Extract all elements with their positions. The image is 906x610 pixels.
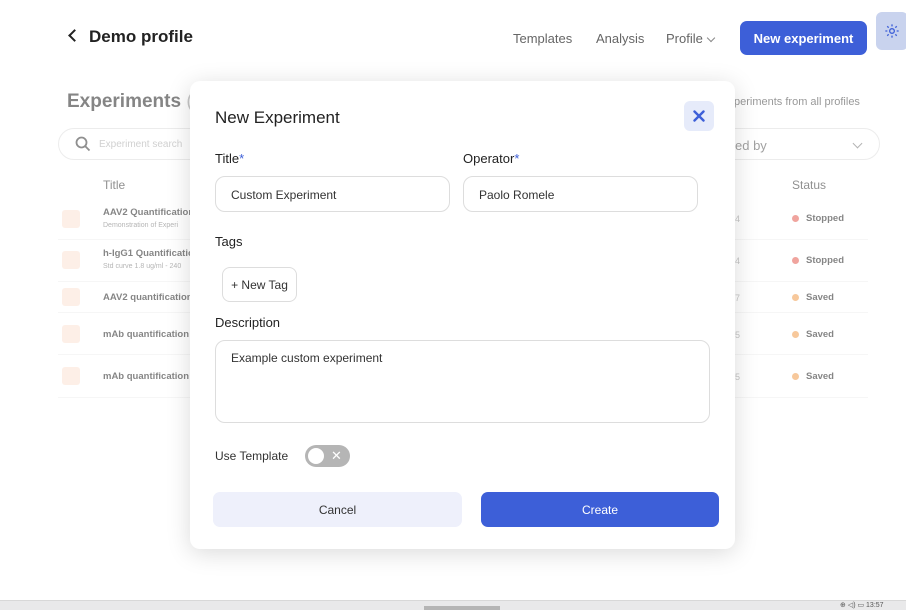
new-tag-button[interactable]: + New Tag bbox=[222, 267, 297, 302]
operator-label: Operator* bbox=[463, 151, 519, 166]
settings-button[interactable] bbox=[876, 12, 906, 50]
title-label: Title* bbox=[215, 151, 244, 166]
tags-label: Tags bbox=[215, 234, 243, 249]
close-icon bbox=[693, 110, 705, 122]
close-button[interactable] bbox=[684, 101, 714, 131]
use-template-label: Use Template bbox=[215, 449, 289, 463]
nav-analysis[interactable]: Analysis bbox=[596, 31, 644, 46]
nav-profile-label: Profile bbox=[666, 31, 703, 46]
dialog-title: New Experiment bbox=[215, 108, 340, 127]
operator-field[interactable]: Paolo Romele bbox=[463, 176, 698, 212]
new-experiment-button[interactable]: New experiment bbox=[740, 21, 867, 55]
nav-profile[interactable]: Profile bbox=[666, 31, 716, 46]
profile-title: Demo profile bbox=[89, 27, 193, 46]
description-label: Description bbox=[215, 315, 281, 330]
title-label-text: Title bbox=[215, 151, 240, 166]
operator-label-text: Operator bbox=[463, 151, 515, 166]
cancel-button[interactable]: Cancel bbox=[213, 492, 462, 527]
system-tray[interactable]: ⊕ ◁) ▭ 13:57 bbox=[840, 601, 884, 609]
taskbar-app[interactable] bbox=[424, 606, 500, 610]
required-mark: * bbox=[239, 151, 245, 166]
nav-templates[interactable]: Templates bbox=[513, 31, 572, 46]
back-button[interactable]: Demo profile bbox=[68, 26, 193, 47]
title-field[interactable]: Custom Experiment bbox=[215, 176, 450, 212]
new-experiment-dialog: New Experiment Title* Custom Experiment … bbox=[190, 81, 735, 549]
gear-icon bbox=[885, 24, 899, 38]
toggle-knob bbox=[308, 448, 324, 464]
required-mark: * bbox=[514, 151, 520, 166]
use-template-toggle[interactable]: ✕ bbox=[305, 445, 350, 467]
chevron-down-icon bbox=[706, 33, 716, 43]
os-taskbar: ⊕ ◁) ▭ 13:57 bbox=[0, 600, 906, 610]
chevron-left-icon bbox=[68, 29, 81, 42]
top-bar: Demo profile Templates Analysis Profile … bbox=[0, 0, 906, 62]
description-field[interactable]: Example custom experiment bbox=[215, 340, 710, 423]
toggle-off-icon: ✕ bbox=[331, 448, 342, 463]
create-button[interactable]: Create bbox=[481, 492, 719, 527]
